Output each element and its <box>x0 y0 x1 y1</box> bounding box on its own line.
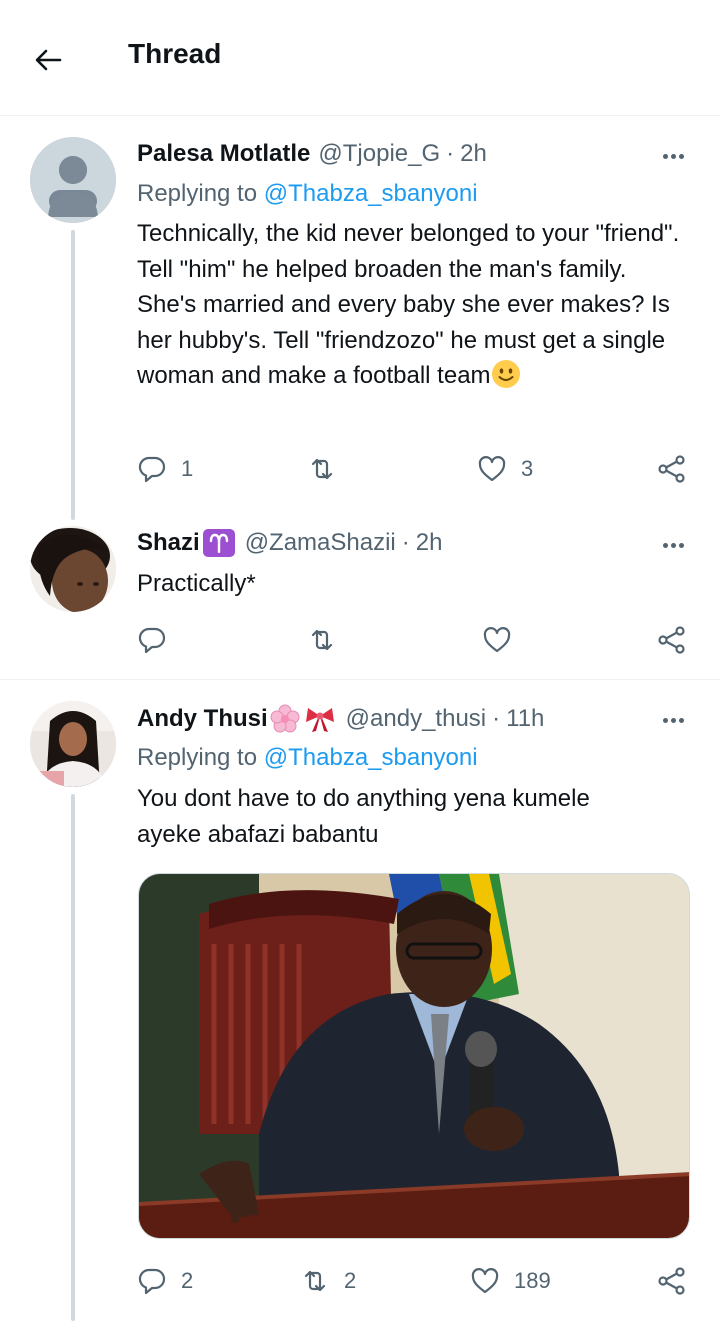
share-icon <box>658 455 685 483</box>
photo-image <box>139 874 689 1238</box>
more-button[interactable] <box>658 530 688 560</box>
profile-photo <box>30 701 116 787</box>
aries-icon <box>202 529 235 557</box>
retweet-count: 2 <box>344 1268 357 1293</box>
replying-to-label: Replying to <box>137 744 258 771</box>
reply-count: 1 <box>181 456 194 481</box>
avatar-default[interactable] <box>30 137 116 223</box>
avatar-andy[interactable] <box>30 701 116 787</box>
replying-to: Replying to @Thabza_sbanyoni <box>137 744 478 772</box>
thread-connector <box>71 230 75 520</box>
like-button[interactable]: 3 <box>477 451 533 487</box>
user-handle[interactable]: @andy_thusi <box>346 705 486 733</box>
slightly-smiling-face-icon <box>491 360 520 388</box>
replying-to: Replying to @Thabza_sbanyoni <box>137 180 478 208</box>
like-count: 3 <box>521 456 534 481</box>
user-handle[interactable]: @Tjopie_G <box>318 140 440 168</box>
display-name[interactable]: Shazi <box>137 529 200 557</box>
retweet-icon <box>311 458 333 480</box>
heart-icon <box>483 627 511 653</box>
avatar-shazi[interactable] <box>30 526 116 612</box>
tweet-actions <box>137 622 697 658</box>
user-handle[interactable]: @ZamaShazii <box>245 529 396 557</box>
thread-connector <box>71 794 75 1321</box>
timestamp[interactable]: 2h <box>416 529 443 557</box>
arrow-left-icon <box>35 49 62 71</box>
mention-link[interactable]: @Thabza_sbanyoni <box>264 744 478 771</box>
separator-dot: · <box>401 529 410 556</box>
reply-count: 2 <box>181 1268 194 1293</box>
retweet-button[interactable] <box>307 622 351 658</box>
share-icon <box>658 1267 685 1295</box>
more-icon <box>662 153 668 159</box>
tweet-media-photo[interactable] <box>138 873 690 1239</box>
more-icon <box>662 717 668 723</box>
cherry-blossom-icon <box>270 704 300 734</box>
tweet-text: Technically, the kid never belonged to y… <box>137 216 692 394</box>
retweet-icon <box>311 629 333 651</box>
reply-icon <box>138 627 166 654</box>
separator-dot: · <box>492 705 501 732</box>
page-title: Thread <box>128 38 222 69</box>
tweet-header: Andy Thusi @andy_thusi · 11h <box>137 704 544 734</box>
tweet-header: Palesa Motlatle @Tjopie_G · 2h <box>137 140 487 168</box>
display-name[interactable]: Andy Thusi <box>137 705 268 733</box>
default-profile-icon <box>30 137 116 223</box>
tweet-actions: 2 2 189 <box>137 1263 697 1299</box>
tweet-text-content: Technically, the kid never belonged to y… <box>137 220 680 389</box>
more-button[interactable] <box>658 705 688 735</box>
reply-button[interactable] <box>137 622 181 658</box>
replying-to-label: Replying to <box>137 180 258 207</box>
top-bar: Thread <box>0 0 720 116</box>
tweet-text: You dont have to do anything yena kumele… <box>137 785 590 848</box>
reply-button[interactable]: 1 <box>137 451 193 487</box>
timestamp[interactable]: 2h <box>460 140 487 168</box>
retweet-button[interactable]: 2 <box>300 1263 356 1299</box>
tweet-actions: 1 3 <box>137 451 697 487</box>
tweet-header: Shazi @ZamaShazii · 2h <box>137 529 442 557</box>
heart-icon <box>478 456 506 482</box>
retweet-icon <box>304 1270 326 1292</box>
back-button[interactable] <box>28 40 68 80</box>
timestamp[interactable]: 11h <box>506 705 544 733</box>
ribbon-icon <box>304 704 336 734</box>
retweet-button[interactable] <box>307 451 351 487</box>
like-button[interactable]: 189 <box>470 1263 551 1299</box>
tweet-divider <box>0 679 720 680</box>
reply-icon <box>138 1268 166 1295</box>
share-button[interactable] <box>657 622 687 658</box>
like-button[interactable] <box>482 622 526 658</box>
reply-icon <box>138 456 166 483</box>
like-count: 189 <box>514 1268 551 1293</box>
heart-icon <box>471 1268 499 1294</box>
reply-button[interactable]: 2 <box>137 1263 193 1299</box>
share-button[interactable] <box>657 1263 687 1299</box>
more-icon <box>662 542 668 548</box>
display-name[interactable]: Palesa Motlatle <box>137 140 310 168</box>
tweet-text: Practically* <box>137 570 256 597</box>
more-button[interactable] <box>658 141 688 171</box>
share-button[interactable] <box>657 451 687 487</box>
share-icon <box>658 626 685 654</box>
mention-link[interactable]: @Thabza_sbanyoni <box>264 180 478 207</box>
separator-dot: · <box>446 140 455 167</box>
profile-photo <box>30 526 116 612</box>
